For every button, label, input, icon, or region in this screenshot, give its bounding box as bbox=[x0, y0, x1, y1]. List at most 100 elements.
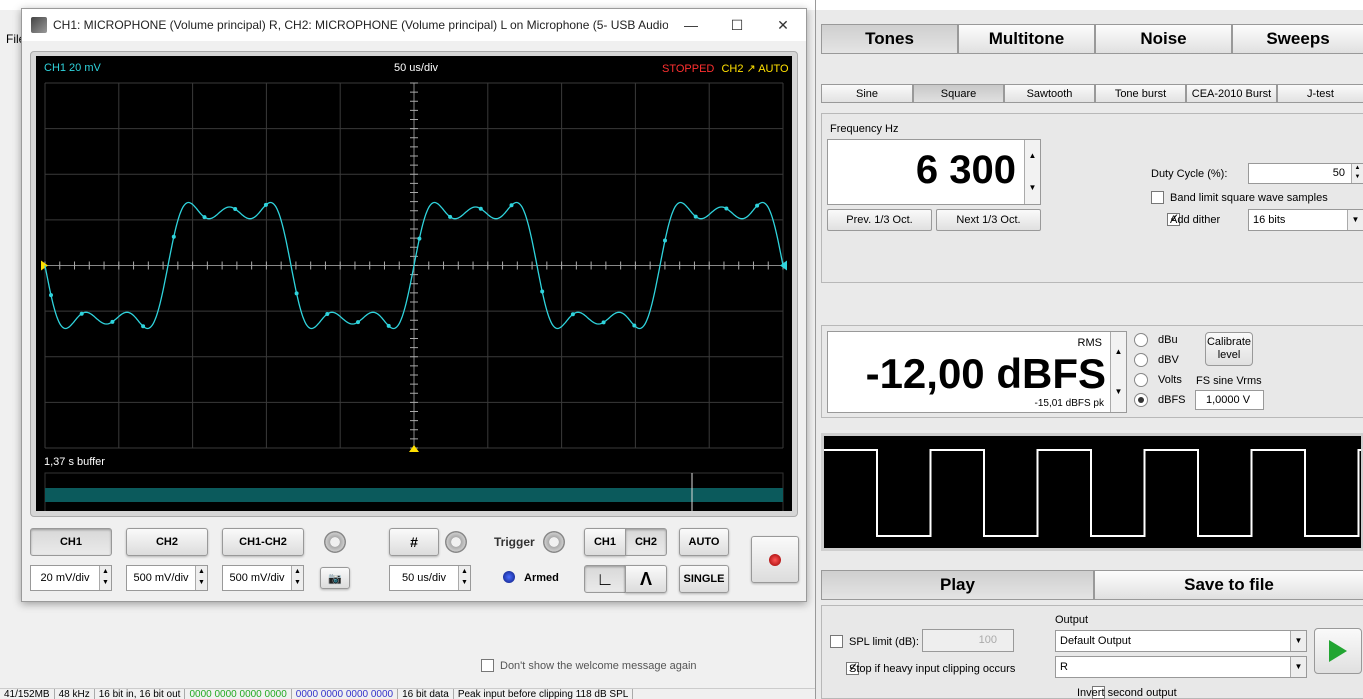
generator-titlebar bbox=[816, 0, 1363, 10]
ch1-scale-value: 20 mV/div bbox=[40, 572, 90, 584]
sample-point bbox=[540, 289, 545, 294]
status-levels-in: 0000 0000 0000 0000 bbox=[185, 689, 292, 699]
frequency-panel: Frequency Hz 6 300 ▲ ▼ Prev. 1/3 Oct. Nex… bbox=[821, 113, 1363, 283]
maximize-icon[interactable]: ☐ bbox=[714, 17, 760, 34]
auto-button[interactable]: AUTO bbox=[679, 528, 729, 556]
frequency-spinner-arrows-icon[interactable]: ▲ ▼ bbox=[1024, 140, 1040, 204]
rising-edge-button[interactable]: ∟ bbox=[584, 565, 626, 593]
stop-clip-label: Stop if heavy input clipping occurs bbox=[849, 663, 1016, 675]
chevron-down-icon[interactable]: ▼ bbox=[1347, 210, 1363, 230]
save-to-file-tab[interactable]: Save to file bbox=[1094, 570, 1363, 600]
tab-tones[interactable]: Tones bbox=[821, 24, 958, 54]
ch2-button[interactable]: CH2 bbox=[126, 528, 208, 556]
output-device-value: Default Output bbox=[1060, 635, 1131, 647]
unit-dbu-label: dBu bbox=[1158, 334, 1178, 346]
duty-cycle-input[interactable]: 50 ▲ ▼ bbox=[1248, 163, 1363, 184]
level-spinner-arrows-icon[interactable]: ▲ ▼ bbox=[1110, 332, 1126, 412]
unit-dbv-label: dBV bbox=[1158, 354, 1179, 366]
play-button[interactable] bbox=[1314, 628, 1362, 674]
unit-dbu-radio[interactable] bbox=[1134, 333, 1148, 347]
dither-bits-select[interactable]: 16 bits ▼ bbox=[1248, 209, 1363, 231]
chevron-down-icon[interactable]: ▼ bbox=[1290, 631, 1306, 651]
next-octave-button[interactable]: Next 1/3 Oct. bbox=[936, 209, 1041, 231]
spinner-arrows-icon[interactable]: ▲ ▼ bbox=[99, 566, 111, 590]
camera-icon[interactable]: 📷 bbox=[320, 567, 350, 589]
frequency-input[interactable]: 6 300 ▲ ▼ bbox=[827, 139, 1041, 205]
diff-scale-spinner[interactable]: 500 mV/div ▲ ▼ bbox=[222, 565, 304, 591]
armed-label: Armed bbox=[524, 572, 559, 584]
subtab-j-test[interactable]: J-test bbox=[1277, 84, 1363, 103]
frequency-label: Frequency Hz bbox=[830, 123, 899, 135]
buffer-waveform bbox=[45, 488, 783, 502]
subtab-tone-burst[interactable]: Tone burst bbox=[1095, 84, 1186, 103]
square-wave-trace bbox=[824, 449, 1361, 537]
unit-dbv-radio[interactable] bbox=[1134, 353, 1148, 367]
status-bar: 41/152MB 48 kHz 16 bit in, 16 bit out 00… bbox=[0, 688, 815, 699]
spl-limit-checkbox[interactable] bbox=[830, 635, 843, 648]
scope-graticule bbox=[41, 82, 787, 511]
spinner-arrows-icon[interactable]: ▲ ▼ bbox=[291, 566, 303, 590]
scope-status: STOPPED CH2 ↗ AUTO bbox=[662, 62, 789, 75]
sample-point bbox=[478, 206, 483, 211]
prev-octave-button[interactable]: Prev. 1/3 Oct. bbox=[827, 209, 932, 231]
output-channel-select[interactable]: R ▼ bbox=[1055, 656, 1307, 678]
grid-toggle-button[interactable]: # bbox=[389, 528, 439, 556]
welcome-checkbox[interactable] bbox=[481, 659, 494, 672]
peak-value: -15,01 dBFS pk bbox=[1034, 398, 1104, 409]
fs-sine-input[interactable]: 1,0000 V bbox=[1195, 390, 1264, 410]
falling-edge-button[interactable]: Λ bbox=[625, 565, 667, 593]
chevron-down-icon[interactable]: ▼ bbox=[1290, 657, 1306, 677]
ch1-ch2-button[interactable]: CH1-CH2 bbox=[222, 528, 304, 556]
ch1-scale-spinner[interactable]: 20 mV/div ▲ ▼ bbox=[30, 565, 112, 591]
single-button[interactable]: SINGLE bbox=[679, 565, 729, 593]
minimize-icon[interactable]: — bbox=[668, 17, 714, 33]
trigger-ch2-button[interactable]: CH2 bbox=[625, 528, 667, 556]
subtab-cea-burst[interactable]: CEA-2010 Burst bbox=[1186, 84, 1277, 103]
close-icon[interactable]: ✕ bbox=[760, 17, 806, 34]
sample-point bbox=[601, 320, 606, 325]
record-button[interactable] bbox=[751, 536, 799, 583]
level-input[interactable]: RMS -12,00 dBFS -15,01 dBFS pk ▲ ▼ bbox=[827, 331, 1127, 413]
scope-display[interactable]: CH1 20 mV 50 us/div STOPPED CH2 ↗ AUTO 1… bbox=[36, 56, 792, 511]
frequency-value: 6 300 bbox=[915, 148, 1016, 192]
sample-point bbox=[755, 203, 760, 208]
spinner-arrows-icon[interactable]: ▲ ▼ bbox=[458, 566, 470, 590]
sample-point bbox=[325, 311, 330, 316]
output-device-select[interactable]: Default Output ▼ bbox=[1055, 630, 1307, 652]
tab-noise[interactable]: Noise bbox=[1095, 24, 1232, 54]
unit-dbfs-radio[interactable] bbox=[1134, 393, 1148, 407]
subtab-sine[interactable]: Sine bbox=[821, 84, 913, 103]
ch2-scale-spinner[interactable]: 500 mV/div ▲ ▼ bbox=[126, 565, 208, 591]
channel-settings-gear-icon[interactable] bbox=[324, 531, 346, 553]
ch1-button[interactable]: CH1 bbox=[30, 528, 112, 556]
sample-point bbox=[110, 319, 115, 324]
spinner-arrows-icon[interactable]: ▲ ▼ bbox=[195, 566, 207, 590]
record-icon bbox=[769, 553, 781, 566]
output-panel: SPL limit (dB): 100 Stop if heavy input … bbox=[821, 605, 1363, 699]
armed-indicator-icon bbox=[503, 571, 515, 583]
tab-sweeps[interactable]: Sweeps bbox=[1232, 24, 1363, 54]
unit-volts-radio[interactable] bbox=[1134, 373, 1148, 387]
stopped-label: STOPPED bbox=[662, 63, 715, 75]
trigger-settings-gear-icon[interactable] bbox=[543, 531, 565, 553]
trigger-channel-label: CH2 bbox=[721, 63, 744, 75]
trigger-ch1-button[interactable]: CH1 bbox=[584, 528, 626, 556]
play-tab[interactable]: Play bbox=[821, 570, 1094, 600]
timebase-settings-gear-icon[interactable] bbox=[445, 531, 467, 553]
subtab-square[interactable]: Square bbox=[913, 84, 1004, 103]
timebase-spinner[interactable]: 50 us/div ▲ ▼ bbox=[389, 565, 471, 591]
tab-multitone[interactable]: Multitone bbox=[958, 24, 1095, 54]
band-limit-checkbox[interactable] bbox=[1151, 191, 1164, 204]
subtab-sawtooth[interactable]: Sawtooth bbox=[1004, 84, 1095, 103]
output-label: Output bbox=[1055, 614, 1089, 626]
band-limit-label: Band limit square wave samples bbox=[1170, 192, 1328, 204]
ch1-scale-label: CH1 20 mV bbox=[44, 62, 101, 74]
duty-spinner-arrows-icon[interactable]: ▲ ▼ bbox=[1351, 164, 1363, 183]
welcome-checkbox-row[interactable]: Don't show the welcome message again bbox=[481, 659, 697, 672]
status-memory: 41/152MB bbox=[0, 689, 55, 699]
duty-cycle-value: 50 bbox=[1332, 167, 1345, 179]
calibrate-level-button[interactable]: Calibrate level bbox=[1205, 332, 1253, 366]
spl-limit-input[interactable]: 100 bbox=[922, 629, 1014, 652]
waveform-preview bbox=[821, 433, 1363, 551]
status-rate: 48 kHz bbox=[55, 689, 95, 699]
